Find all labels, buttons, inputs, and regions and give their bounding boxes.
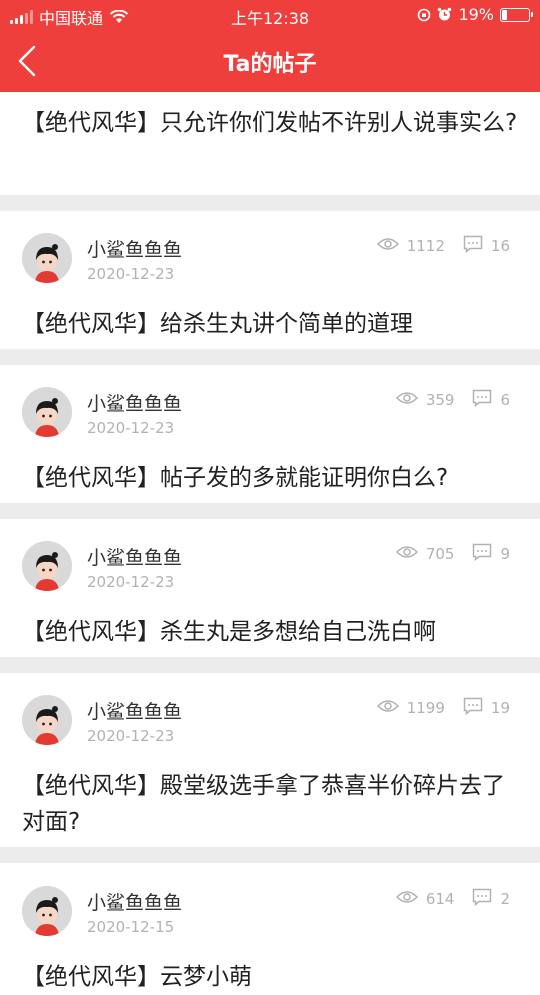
view-count: 1112 [406,237,445,255]
post-title: 【绝代风华】给杀生丸讲个简单的道理 [22,311,413,337]
post-title: 【绝代风华】殿堂级选手拿了恭喜半价碎片去了对面? [22,773,505,835]
post-item[interactable]: 小鲨鱼鱼鱼 2020-12-15 614 2 【绝代风华】云梦小萌 [0,864,540,990]
post-date: 2020-12-23 [87,265,175,283]
post-stats: 1112 16 [376,235,510,257]
battery-percent: 19% [458,5,494,24]
comment-count: 19 [490,699,510,717]
post-date: 2020-12-23 [87,419,175,437]
comment-count: 2 [500,890,510,908]
author-name[interactable]: 小鲨鱼鱼鱼 [87,888,182,915]
post-stats: 1199 19 [376,697,510,719]
divider [0,503,540,519]
avatar[interactable] [22,695,72,745]
post-title: 【绝代风华】杀生丸是多想给自己洗白啊 [22,619,436,645]
post-stats: 614 2 [395,888,510,910]
author-name[interactable]: 小鲨鱼鱼鱼 [87,697,182,724]
post-date: 2020-12-23 [87,727,175,745]
post-item[interactable]: 小鲨鱼鱼鱼 2020-12-23 1199 19 【绝代风华】殿堂级选手拿了恭喜半价碎片… [0,673,540,847]
view-count: 1199 [406,699,445,717]
comment-icon [463,697,483,719]
post-date: 2020-12-15 [87,918,175,936]
comment-count: 9 [500,545,510,563]
page-title: Ta的帖子 [223,52,317,77]
nav-header: Ta的帖子 [0,30,540,92]
author-name[interactable]: 小鲨鱼鱼鱼 [87,543,182,570]
status-right: 19% [417,5,533,24]
divider [0,657,540,673]
comment-count: 6 [500,391,510,409]
top-bar: 中国联通 上午12:38 19% Ta的帖子 [0,0,540,92]
status-bar: 中国联通 上午12:38 19% [0,0,540,30]
comment-icon [472,543,492,565]
post-stats: 705 9 [395,543,510,565]
avatar[interactable] [22,387,72,437]
author-name[interactable]: 小鲨鱼鱼鱼 [87,389,182,416]
comment-count: 16 [490,237,510,255]
battery-level [502,9,507,20]
post-title: 【绝代风华】云梦小萌 [22,964,252,990]
eye-icon [395,890,418,908]
avatar[interactable] [22,233,72,283]
alarm-icon [438,7,452,21]
post-item[interactable]: 小鲨鱼鱼鱼 2020-12-23 705 9 【绝代风华】杀生丸是多想给自己洗白啊 [0,519,540,657]
post-item-partial[interactable]: 【绝代风华】只允许你们发帖不许别人说事实么? [0,92,540,195]
eye-icon [395,391,418,409]
eye-icon [376,237,399,255]
comment-icon [472,888,492,910]
post-title: 【绝代风华】只允许你们发帖不许别人说事实么? [22,110,518,136]
view-count: 359 [425,391,455,409]
comment-icon [463,235,483,257]
divider [0,349,540,365]
post-item[interactable]: 小鲨鱼鱼鱼 2020-12-23 1112 16 【绝代风华】给杀生丸讲个简单的道理 [0,211,540,349]
avatar[interactable] [22,886,72,936]
post-stats: 359 6 [395,389,510,411]
post-title: 【绝代风华】帖子发的多就能证明你白么? [22,465,449,491]
post-date: 2020-12-23 [87,573,175,591]
eye-icon [395,545,418,563]
view-count: 705 [425,545,455,563]
eye-icon [376,699,399,717]
divider [0,847,540,863]
avatar[interactable] [22,541,72,591]
divider [0,195,540,211]
author-name[interactable]: 小鲨鱼鱼鱼 [87,235,182,262]
post-item[interactable]: 小鲨鱼鱼鱼 2020-12-23 359 6 【绝代风华】帖子发的多就能证明你白么? [0,365,540,503]
view-count: 614 [425,890,455,908]
orientation-lock-icon [418,8,431,21]
battery-icon [500,7,533,22]
comment-icon [472,389,492,411]
